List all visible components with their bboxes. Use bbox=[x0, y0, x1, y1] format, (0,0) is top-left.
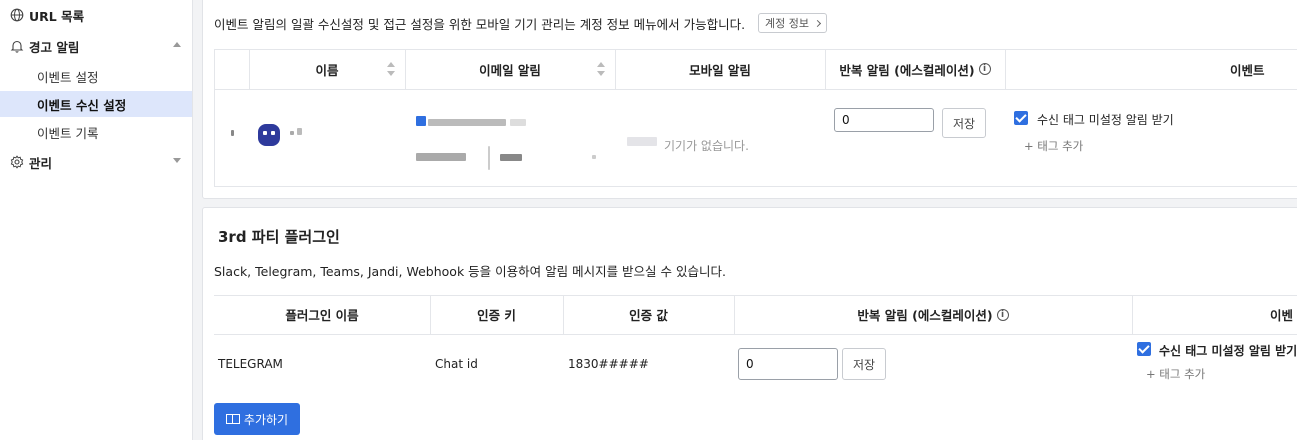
sidebar-item-label: 관리 bbox=[29, 155, 53, 171]
column-header-repeat: 반복 알림 (에스컬레이션) i bbox=[734, 296, 1132, 333]
header-label: 이벤 bbox=[1270, 308, 1294, 323]
sidebar-item-alerts[interactable]: 경고 알림 bbox=[0, 33, 193, 59]
sidebar-item-label: 경고 알림 bbox=[29, 39, 80, 55]
mobile-status-text: 기기가 없습니다. bbox=[664, 139, 749, 153]
table-border bbox=[1132, 295, 1133, 334]
sidebar-item-label: URL 목록 bbox=[29, 8, 85, 24]
sidebar-item-label: 이벤트 설정 bbox=[37, 69, 99, 85]
gear-icon bbox=[10, 155, 24, 169]
member-section-description: 이벤트 알림의 일괄 수신설정 및 접근 설정을 위한 모바일 기기 관리는 계… bbox=[214, 17, 746, 32]
avatar bbox=[258, 124, 280, 146]
add-plugin-label: 추가하기 bbox=[243, 412, 289, 427]
info-icon[interactable]: i bbox=[978, 63, 991, 75]
table-add-icon bbox=[225, 414, 240, 424]
bell-icon bbox=[10, 40, 24, 53]
auth-value-cell: 1830##### bbox=[568, 357, 649, 371]
header-label: 플러그인 이름 bbox=[285, 308, 359, 323]
header-label: 이메일 알림 bbox=[479, 62, 541, 78]
checkbox-label: 수신 태그 미설정 알림 받기 bbox=[1037, 113, 1174, 127]
column-header-event: 이벤 bbox=[1270, 296, 1297, 333]
untagged-alert-checkbox[interactable] bbox=[1014, 111, 1028, 125]
sort-icon[interactable] bbox=[597, 62, 605, 76]
column-header-plugin-name: 플러그인 이름 bbox=[214, 296, 430, 333]
column-header-repeat: 반복 알림 (에스컬레이션) i bbox=[825, 50, 1005, 88]
header-label: 반복 알림 (에스컬레이션) bbox=[857, 308, 993, 323]
table-border bbox=[214, 334, 1297, 335]
column-header-name[interactable]: 이름 bbox=[249, 50, 405, 88]
sort-icon[interactable] bbox=[387, 62, 395, 76]
table-border bbox=[214, 186, 1297, 187]
sidebar-subitem-event-receive-settings[interactable]: 이벤트 수신 설정 bbox=[0, 91, 192, 117]
column-header-event: 이벤트 bbox=[1230, 50, 1297, 88]
column-header-auth-key: 인증 키 bbox=[430, 296, 563, 333]
plugin-section-description: Slack, Telegram, Teams, Jandi, Webhook 등… bbox=[214, 264, 726, 279]
checkbox-label: 수신 태그 미설정 알림 받기 bbox=[1159, 344, 1297, 358]
table-border bbox=[214, 89, 1297, 90]
chevron-down-icon bbox=[173, 158, 181, 163]
save-button[interactable]: 저장 bbox=[942, 108, 986, 138]
table-border bbox=[214, 49, 215, 186]
account-info-label: 계정 정보 bbox=[765, 17, 809, 30]
add-tag-button[interactable]: + 태그 추가 bbox=[1146, 366, 1205, 382]
untagged-alert-checkbox[interactable] bbox=[1137, 342, 1151, 356]
chevron-right-icon bbox=[813, 19, 822, 27]
sidebar-item-label: 이벤트 기록 bbox=[37, 125, 99, 141]
column-header-email[interactable]: 이메일 알림 bbox=[405, 50, 615, 88]
account-info-button[interactable]: 계정 정보 bbox=[758, 13, 827, 33]
sidebar-item-url-list[interactable]: URL 목록 bbox=[0, 2, 193, 28]
header-label: 이벤트 bbox=[1230, 62, 1265, 78]
header-label: 이름 bbox=[315, 62, 339, 78]
header-label: 반복 알림 (에스컬레이션) bbox=[839, 62, 975, 78]
header-label: 인증 값 bbox=[629, 308, 668, 323]
save-button[interactable]: 저장 bbox=[842, 348, 886, 380]
repeat-alert-input[interactable]: 0 bbox=[834, 108, 934, 132]
plugin-section-title: 3rd 파티 플러그인 bbox=[218, 228, 340, 246]
add-plugin-button[interactable]: 추가하기 bbox=[214, 403, 300, 435]
add-tag-button[interactable]: + 태그 추가 bbox=[1024, 138, 1083, 154]
chevron-up-icon bbox=[173, 42, 181, 47]
table-border bbox=[1005, 49, 1006, 89]
info-icon[interactable]: i bbox=[996, 308, 1009, 321]
header-label: 인증 키 bbox=[477, 308, 516, 323]
header-label: 모바일 알림 bbox=[689, 62, 751, 78]
auth-key-cell: Chat id bbox=[435, 357, 478, 371]
column-header-mobile: 모바일 알림 bbox=[615, 50, 825, 88]
sidebar-subitem-event-history[interactable]: 이벤트 기록 bbox=[0, 119, 192, 145]
sidebar-item-management[interactable]: 관리 bbox=[0, 149, 193, 175]
sidebar-subitem-event-settings[interactable]: 이벤트 설정 bbox=[0, 63, 192, 89]
sidebar: URL 목록 경고 알림 이벤트 설정 이벤트 수신 설정 이벤트 기록 관리 bbox=[0, 0, 193, 440]
plugin-name-cell: TELEGRAM bbox=[218, 357, 283, 371]
repeat-alert-input[interactable]: 0 bbox=[738, 348, 838, 380]
globe-icon bbox=[10, 8, 24, 22]
sidebar-item-label: 이벤트 수신 설정 bbox=[37, 97, 127, 113]
column-header-auth-value: 인증 값 bbox=[563, 296, 734, 333]
